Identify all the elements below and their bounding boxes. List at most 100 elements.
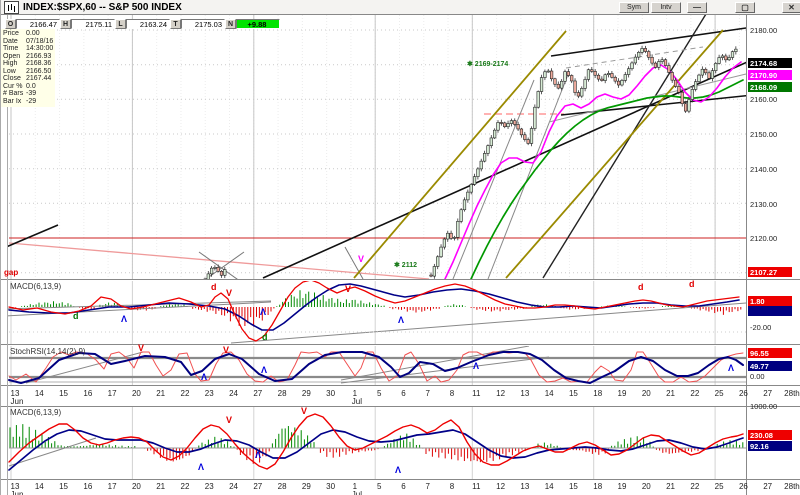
- xaxis1-day: 6: [401, 389, 405, 398]
- xaxis2-day: 24: [229, 482, 238, 491]
- xaxis2-day: 15: [59, 482, 68, 491]
- xaxis2-day: 13: [520, 482, 529, 491]
- xaxis2-day: 16: [83, 482, 92, 491]
- intv-button[interactable]: Intv: [651, 2, 681, 13]
- macd1-axis-badge: 1.80: [748, 296, 792, 306]
- xaxis2-day: 8: [450, 482, 454, 491]
- xaxis2-day: 19: [618, 482, 627, 491]
- price-axis-label: 2160.00: [750, 95, 777, 104]
- signal-annotation: V: [138, 344, 144, 353]
- open-label: O: [5, 19, 16, 29]
- xaxis2-day: 26: [739, 482, 748, 491]
- signal-annotation: V: [226, 416, 232, 425]
- stochrsi-axis-label: 0.00: [750, 372, 765, 381]
- xaxis2-day: 14: [35, 482, 44, 491]
- xaxis1-day: 15: [569, 389, 578, 398]
- stochrsi-panel-label: StochRSI(14,14(2),9): [10, 347, 86, 356]
- net-change-value: +9.88: [236, 19, 280, 29]
- xaxis2-day: 30: [326, 482, 335, 491]
- xaxis1-day: 12: [496, 389, 505, 398]
- xaxis1-day: 18: [593, 389, 602, 398]
- close-button[interactable]: ✕: [782, 2, 800, 13]
- xaxis2-month: Jun: [11, 490, 24, 495]
- xaxis2-day: 7: [426, 482, 430, 491]
- low-value: 2163.24: [126, 19, 170, 29]
- xaxis2-day: 20: [132, 482, 141, 491]
- xaxis2-day: 21: [156, 482, 165, 491]
- high-label: H: [60, 19, 71, 29]
- info-row: Date07/18/16: [3, 38, 55, 46]
- info-row: Low2166.50: [3, 68, 55, 76]
- minimize-button[interactable]: —: [687, 2, 707, 13]
- price-axis-label: 2150.00: [750, 130, 777, 139]
- price-axis-badge: 2107.27: [748, 267, 792, 277]
- cursor-info-panel: Price0.00Date07/18/16Time14:30:00Open216…: [1, 29, 55, 107]
- signal-annotation: Λ: [398, 316, 404, 325]
- main-layer: [6, 14, 800, 284]
- xaxis2-day: 17: [108, 482, 117, 491]
- xaxis2-day: 15: [569, 482, 578, 491]
- high-value: 2175.11: [71, 19, 115, 29]
- xaxis1-day: 11: [472, 389, 480, 398]
- macd1-axis-label: -20.00: [750, 323, 771, 332]
- signal-annotation: Λ: [201, 373, 207, 382]
- xaxis2-month: Jul: [352, 490, 362, 495]
- macd2-axis-badge: 230.08: [748, 430, 792, 440]
- signal-annotation: d: [211, 283, 217, 292]
- xaxis1-day: 27: [253, 389, 262, 398]
- xaxis1-day: 30: [326, 389, 335, 398]
- signal-annotation: V: [223, 346, 229, 355]
- stochrsi-axis-badge: 96.55: [748, 348, 792, 358]
- macd1-panel-label: MACD(6,13,9): [10, 282, 61, 291]
- macd2-panel-label: MACD(6,13,9): [10, 408, 61, 417]
- xaxis1-day: 29: [302, 389, 311, 398]
- signal-annotation: d: [638, 283, 644, 292]
- xaxis1-day: 27: [763, 389, 772, 398]
- xaxis1-day: 21: [666, 389, 675, 398]
- xaxis1-day: 19: [618, 389, 627, 398]
- info-row: High2168.36: [3, 60, 55, 68]
- price-axis-label: 2140.00: [750, 165, 777, 174]
- xaxis2-day: 29: [302, 482, 311, 491]
- xaxis1-day: 21: [156, 389, 165, 398]
- xaxis2-day: 25: [715, 482, 724, 491]
- window-title: INDEX:$SPX,60 -- S&P 500 INDEX: [23, 2, 182, 13]
- xaxis1-day: 15: [59, 389, 68, 398]
- trade-label: T: [170, 19, 181, 29]
- signal-annotation: V: [345, 285, 351, 294]
- info-row: Cur %0.0: [3, 83, 55, 91]
- xaxis1-day: 17: [108, 389, 117, 398]
- macd1-axis-badge: [748, 306, 792, 316]
- xaxis2-day: 28: [278, 482, 287, 491]
- sym-button[interactable]: Sym: [619, 2, 649, 13]
- signal-annotation: Λ: [260, 308, 266, 317]
- xaxis2-day: 11: [472, 482, 480, 491]
- xaxis2-day: 14: [545, 482, 554, 491]
- xaxis1-day: 14: [545, 389, 554, 398]
- xaxis2-day: 28th: [784, 482, 800, 491]
- xaxis2-day: 23: [205, 482, 214, 491]
- info-row: Time14:30:00: [3, 45, 55, 53]
- xaxis1-day: 8: [450, 389, 454, 398]
- xaxis1-day: 5: [377, 389, 381, 398]
- xaxis1-day: 28: [278, 389, 287, 398]
- info-row: Bar Ix-29: [3, 98, 55, 106]
- xaxis2-day: 27: [763, 482, 772, 491]
- xaxis1-day: 25: [715, 389, 724, 398]
- macd2-axis-badge: 92.16: [748, 441, 792, 451]
- xaxis2-day: 5: [377, 482, 381, 491]
- signal-annotation: Λ: [255, 451, 261, 460]
- xaxis1-day: 20: [642, 389, 651, 398]
- xaxis1-day: 13: [520, 389, 529, 398]
- xaxis2-day: 6: [401, 482, 405, 491]
- stochrsi-layer: [9, 346, 746, 385]
- net-label: N: [225, 19, 236, 29]
- signal-annotation: V: [358, 255, 364, 264]
- xaxis1-day: 22: [690, 389, 699, 398]
- xaxis1-month: Jul: [352, 397, 362, 406]
- maximize-button[interactable]: ▢: [735, 2, 755, 13]
- xaxis1-day: 20: [132, 389, 141, 398]
- info-row: Price0.00: [3, 30, 55, 38]
- xaxis1-day: 28th: [784, 389, 800, 398]
- xaxis1-day: 22: [181, 389, 190, 398]
